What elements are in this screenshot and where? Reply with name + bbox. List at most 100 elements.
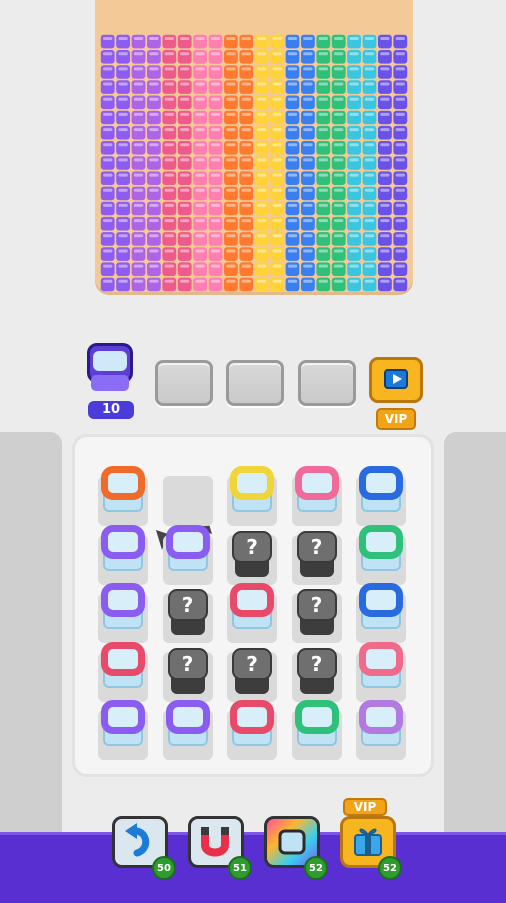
pixel-block (224, 50, 238, 64)
pixel-block (270, 65, 284, 79)
color-pot[interactable] (359, 524, 403, 573)
pixel-block (239, 216, 254, 231)
pixel-block (239, 186, 254, 201)
pixel-block (131, 201, 146, 216)
pixel-block (177, 171, 192, 185)
pixel-block (224, 141, 238, 155)
pixel-block (254, 80, 269, 94)
color-pot[interactable] (230, 700, 274, 748)
pixel-block (331, 201, 346, 216)
pixel-block (177, 65, 192, 79)
pixel-block (270, 171, 284, 185)
pixel-block (316, 110, 331, 125)
pixel-block (193, 110, 207, 125)
pixel-block (177, 186, 192, 201)
mystery-pot[interactable]: ? (296, 530, 337, 579)
pixel-block (270, 95, 284, 110)
pixel-block (362, 201, 377, 216)
pixel-block (393, 262, 408, 276)
pixel-block (378, 80, 392, 94)
color-pot[interactable] (101, 466, 145, 514)
pixel-block (131, 50, 146, 64)
pixel-block (224, 232, 238, 246)
mystery-pot[interactable]: ? (167, 647, 208, 696)
color-pot[interactable] (359, 583, 403, 631)
pixel-block (362, 277, 377, 292)
pixel-block (347, 186, 361, 201)
color-pot[interactable] (101, 583, 145, 631)
pixel-block (378, 125, 392, 140)
pixel-block (224, 80, 238, 94)
pixel-block (285, 125, 300, 140)
color-pot[interactable] (165, 700, 210, 748)
pixel-block (347, 65, 361, 79)
pixel-block (239, 34, 254, 49)
color-pot[interactable] (230, 583, 274, 631)
mystery-pot[interactable]: ? (167, 589, 208, 637)
pixel-block (162, 186, 177, 201)
pixel-block (347, 141, 361, 155)
color-pot[interactable] (359, 700, 403, 748)
pixel-block (193, 141, 207, 155)
pixel-block (316, 141, 331, 155)
rainbow-booster-count: 52 (304, 856, 328, 880)
color-pot[interactable] (294, 466, 339, 514)
pixel-block (378, 247, 392, 261)
color-pot[interactable] (101, 700, 145, 748)
mystery-pot[interactable]: ? (296, 647, 337, 696)
pixel-block (378, 141, 392, 155)
color-pot[interactable] (165, 524, 210, 573)
pixel-block (378, 110, 392, 125)
pixel-block (285, 80, 300, 94)
vip-slot-button[interactable] (369, 357, 423, 403)
queue-active-slot[interactable] (85, 337, 137, 397)
pixel-block (331, 80, 346, 94)
mystery-pot[interactable]: ? (232, 647, 272, 696)
color-pot[interactable] (101, 524, 145, 573)
pixel-block (378, 65, 392, 79)
queue-slot-empty-1 (155, 360, 213, 406)
pixel-block (224, 262, 238, 276)
pixel-block (393, 156, 408, 170)
pixel-block (208, 80, 223, 94)
pixel-block (100, 125, 115, 140)
pixel-block (193, 186, 207, 201)
pixel-block (162, 216, 177, 231)
pixel-block (239, 125, 254, 140)
queue-slot-empty-3 (298, 360, 356, 406)
pixel-block (393, 201, 408, 216)
pixel-block (147, 277, 161, 292)
pixel-block (193, 125, 207, 140)
pixel-block (254, 247, 269, 261)
pixel-block (239, 262, 254, 276)
pixel-wall (100, 34, 408, 292)
pixel-block (208, 232, 223, 246)
pixel-block (116, 125, 130, 140)
color-pot[interactable] (230, 466, 274, 514)
pixel-block (100, 34, 115, 49)
pixel-block (393, 95, 408, 110)
pixel-block (285, 216, 300, 231)
pixel-block (224, 110, 238, 125)
pixel-block (254, 34, 269, 49)
pixel-block (316, 277, 331, 292)
mystery-pot[interactable]: ? (232, 530, 272, 579)
pixel-block (131, 186, 146, 201)
pixel-block (378, 277, 392, 292)
color-pot[interactable] (101, 641, 145, 690)
pixel-block (254, 186, 269, 201)
question-mark-icon: ? (296, 530, 337, 563)
vip-booster-count: 52 (378, 856, 402, 880)
pixel-block (224, 95, 238, 110)
pixel-block (162, 125, 177, 140)
pixel-block (131, 171, 146, 185)
mystery-pot[interactable]: ? (296, 589, 337, 637)
color-pot[interactable] (359, 641, 403, 690)
color-pot[interactable] (294, 700, 339, 748)
pixel-block (147, 50, 161, 64)
color-pot[interactable] (359, 466, 403, 514)
pixel-block (331, 171, 346, 185)
pixel-block (131, 65, 146, 79)
pixel-block (100, 110, 115, 125)
pixel-block (285, 232, 300, 246)
